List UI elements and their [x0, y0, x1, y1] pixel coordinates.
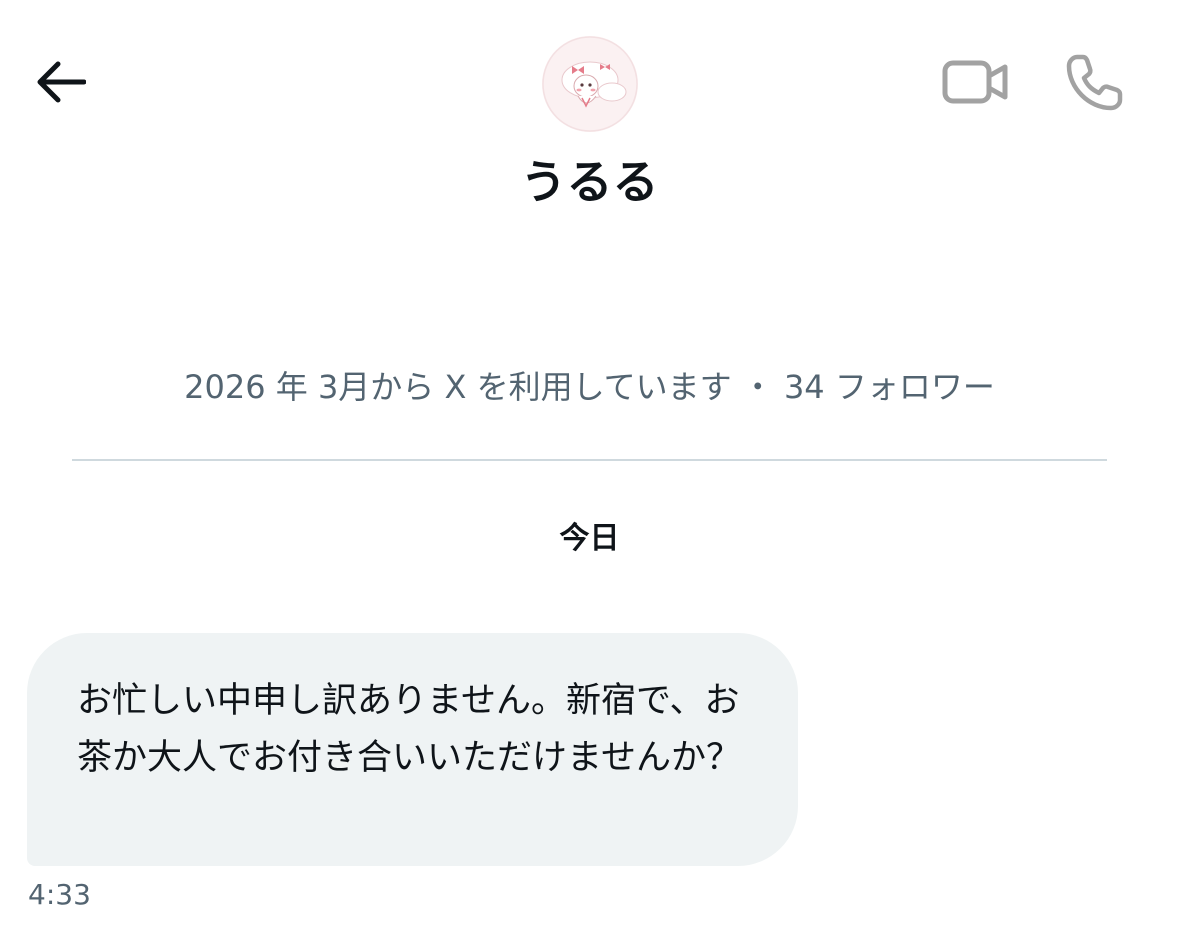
- account-info: 2026 年 3月から X を利用しています ・ 34 フォロワー: [184, 368, 995, 406]
- divider: [72, 459, 1107, 461]
- arrow-left-icon: [34, 60, 87, 108]
- phone-icon: [1065, 52, 1125, 116]
- message-text: お忙しい中申し訳ありません。新宿で、お茶か大人でお付き合いいただけませんか？: [77, 681, 741, 778]
- message-bubble[interactable]: お忙しい中申し訳ありません。新宿で、お茶か大人でお付き合いいただけませんか？: [27, 633, 798, 866]
- back-button[interactable]: [28, 54, 92, 114]
- date-separator: 今日: [559, 521, 620, 556]
- display-name[interactable]: うるる: [0, 150, 1179, 214]
- video-camera-icon: [942, 58, 1008, 110]
- avatar[interactable]: [542, 36, 638, 132]
- message-timestamp: 4:33: [28, 878, 91, 911]
- voice-call-button[interactable]: [1062, 52, 1128, 116]
- video-call-button[interactable]: [938, 54, 1012, 114]
- illustrated-character-icon: [542, 36, 638, 132]
